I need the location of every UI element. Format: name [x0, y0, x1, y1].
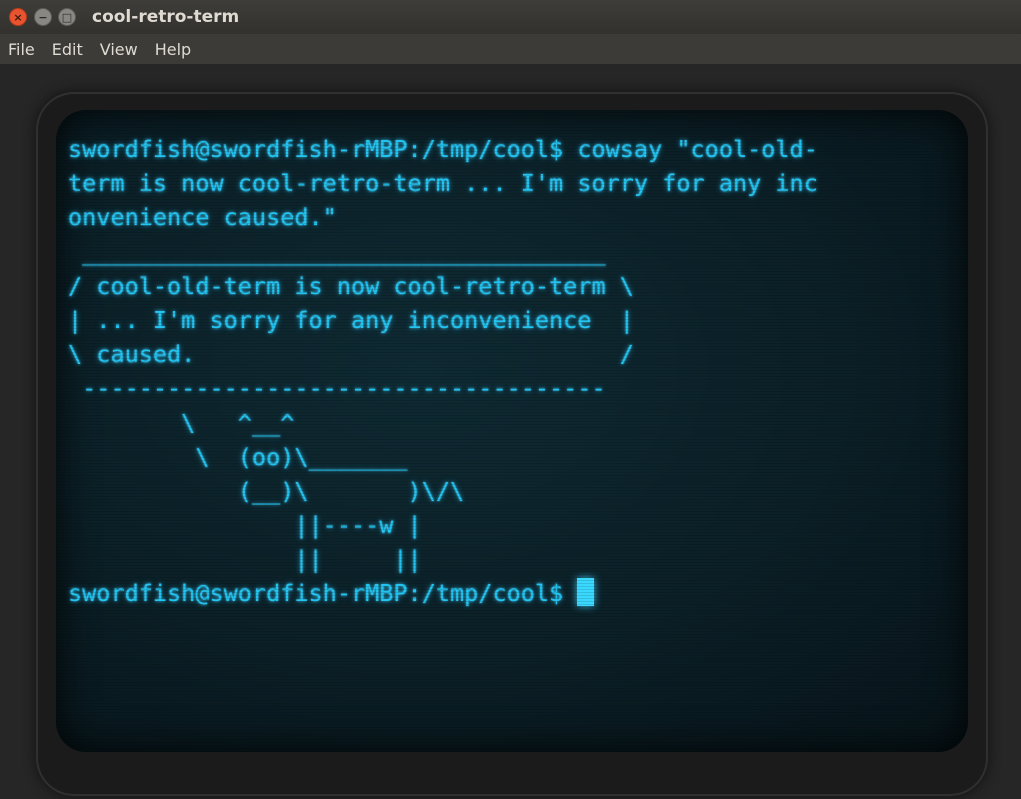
- terminal-line: -------------------------------------: [68, 374, 606, 403]
- terminal-line: _____________________________________: [68, 237, 606, 266]
- menu-help[interactable]: Help: [147, 40, 200, 59]
- terminal-line: \ ^__^: [68, 408, 295, 437]
- terminal-line: \ caused. /: [68, 340, 634, 369]
- shell-prompt: swordfish@swordfish-rMBP:/tmp/cool$: [68, 579, 578, 608]
- terminal-line: | ... I'm sorry for any inconvenience |: [68, 305, 634, 334]
- menu-view[interactable]: View: [92, 40, 147, 59]
- menu-file[interactable]: File: [0, 40, 44, 59]
- terminal-line: ||----w |: [68, 511, 422, 540]
- window-title: cool-retro-term: [92, 7, 240, 27]
- terminal-line: \ (oo)\_______: [68, 442, 408, 471]
- terminal-line: / cool-old-term is now cool-retro-term \: [68, 271, 634, 300]
- close-icon[interactable]: ×: [9, 8, 27, 26]
- maximize-icon[interactable]: □: [58, 8, 76, 26]
- terminal-line: term is now cool-retro-term ... I'm sorr…: [68, 169, 818, 198]
- terminal-line: swordfish@swordfish-rMBP:/tmp/cool$ cows…: [68, 135, 818, 163]
- terminal-line: || ||: [68, 545, 422, 574]
- crt-screen[interactable]: swordfish@swordfish-rMBP:/tmp/cool$ cows…: [56, 110, 968, 752]
- minimize-icon[interactable]: −: [34, 8, 52, 26]
- terminal-line: (__)\ )\/\: [68, 476, 465, 505]
- terminal-output: swordfish@swordfish-rMBP:/tmp/cool$ cows…: [68, 132, 958, 611]
- title-bar: × − □ cool-retro-term: [0, 0, 1021, 34]
- terminal-line: onvenience caused.": [68, 203, 337, 232]
- menu-bar: File Edit View Help: [0, 34, 1021, 65]
- menu-edit[interactable]: Edit: [44, 40, 92, 59]
- terminal-area: swordfish@swordfish-rMBP:/tmp/cool$ cows…: [0, 64, 1021, 799]
- prompt-line[interactable]: swordfish@swordfish-rMBP:/tmp/cool$: [68, 576, 958, 610]
- text-cursor: [577, 578, 595, 607]
